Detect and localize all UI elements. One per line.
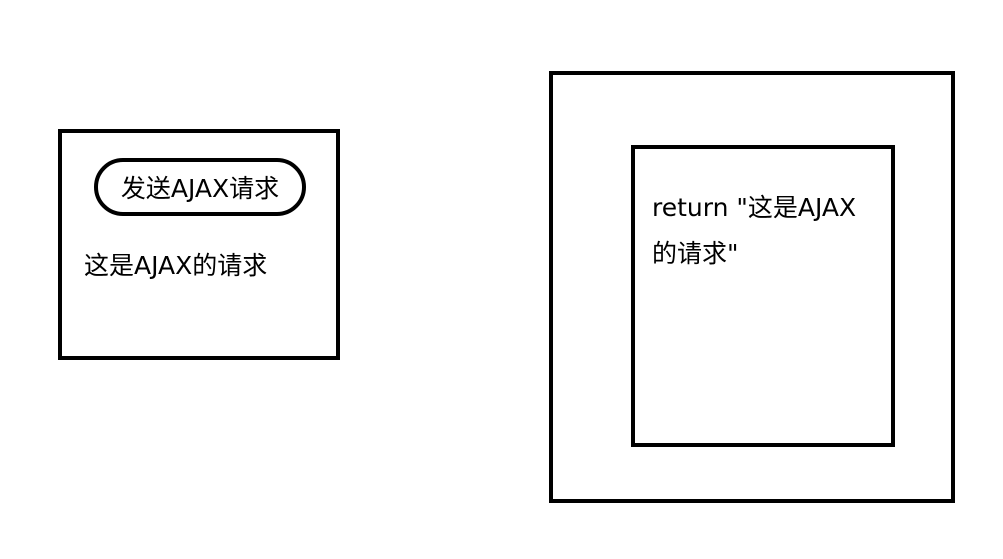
send-ajax-button[interactable]: 发送AJAX请求 [94,158,306,216]
server-return-line-2: 的请求" [652,239,739,268]
server-return-code: return "这是AJAX 的请求" [652,185,880,277]
response-text: 这是AJAX的请求 [84,251,268,280]
server-return-line-1: return "这是AJAX [652,193,857,222]
